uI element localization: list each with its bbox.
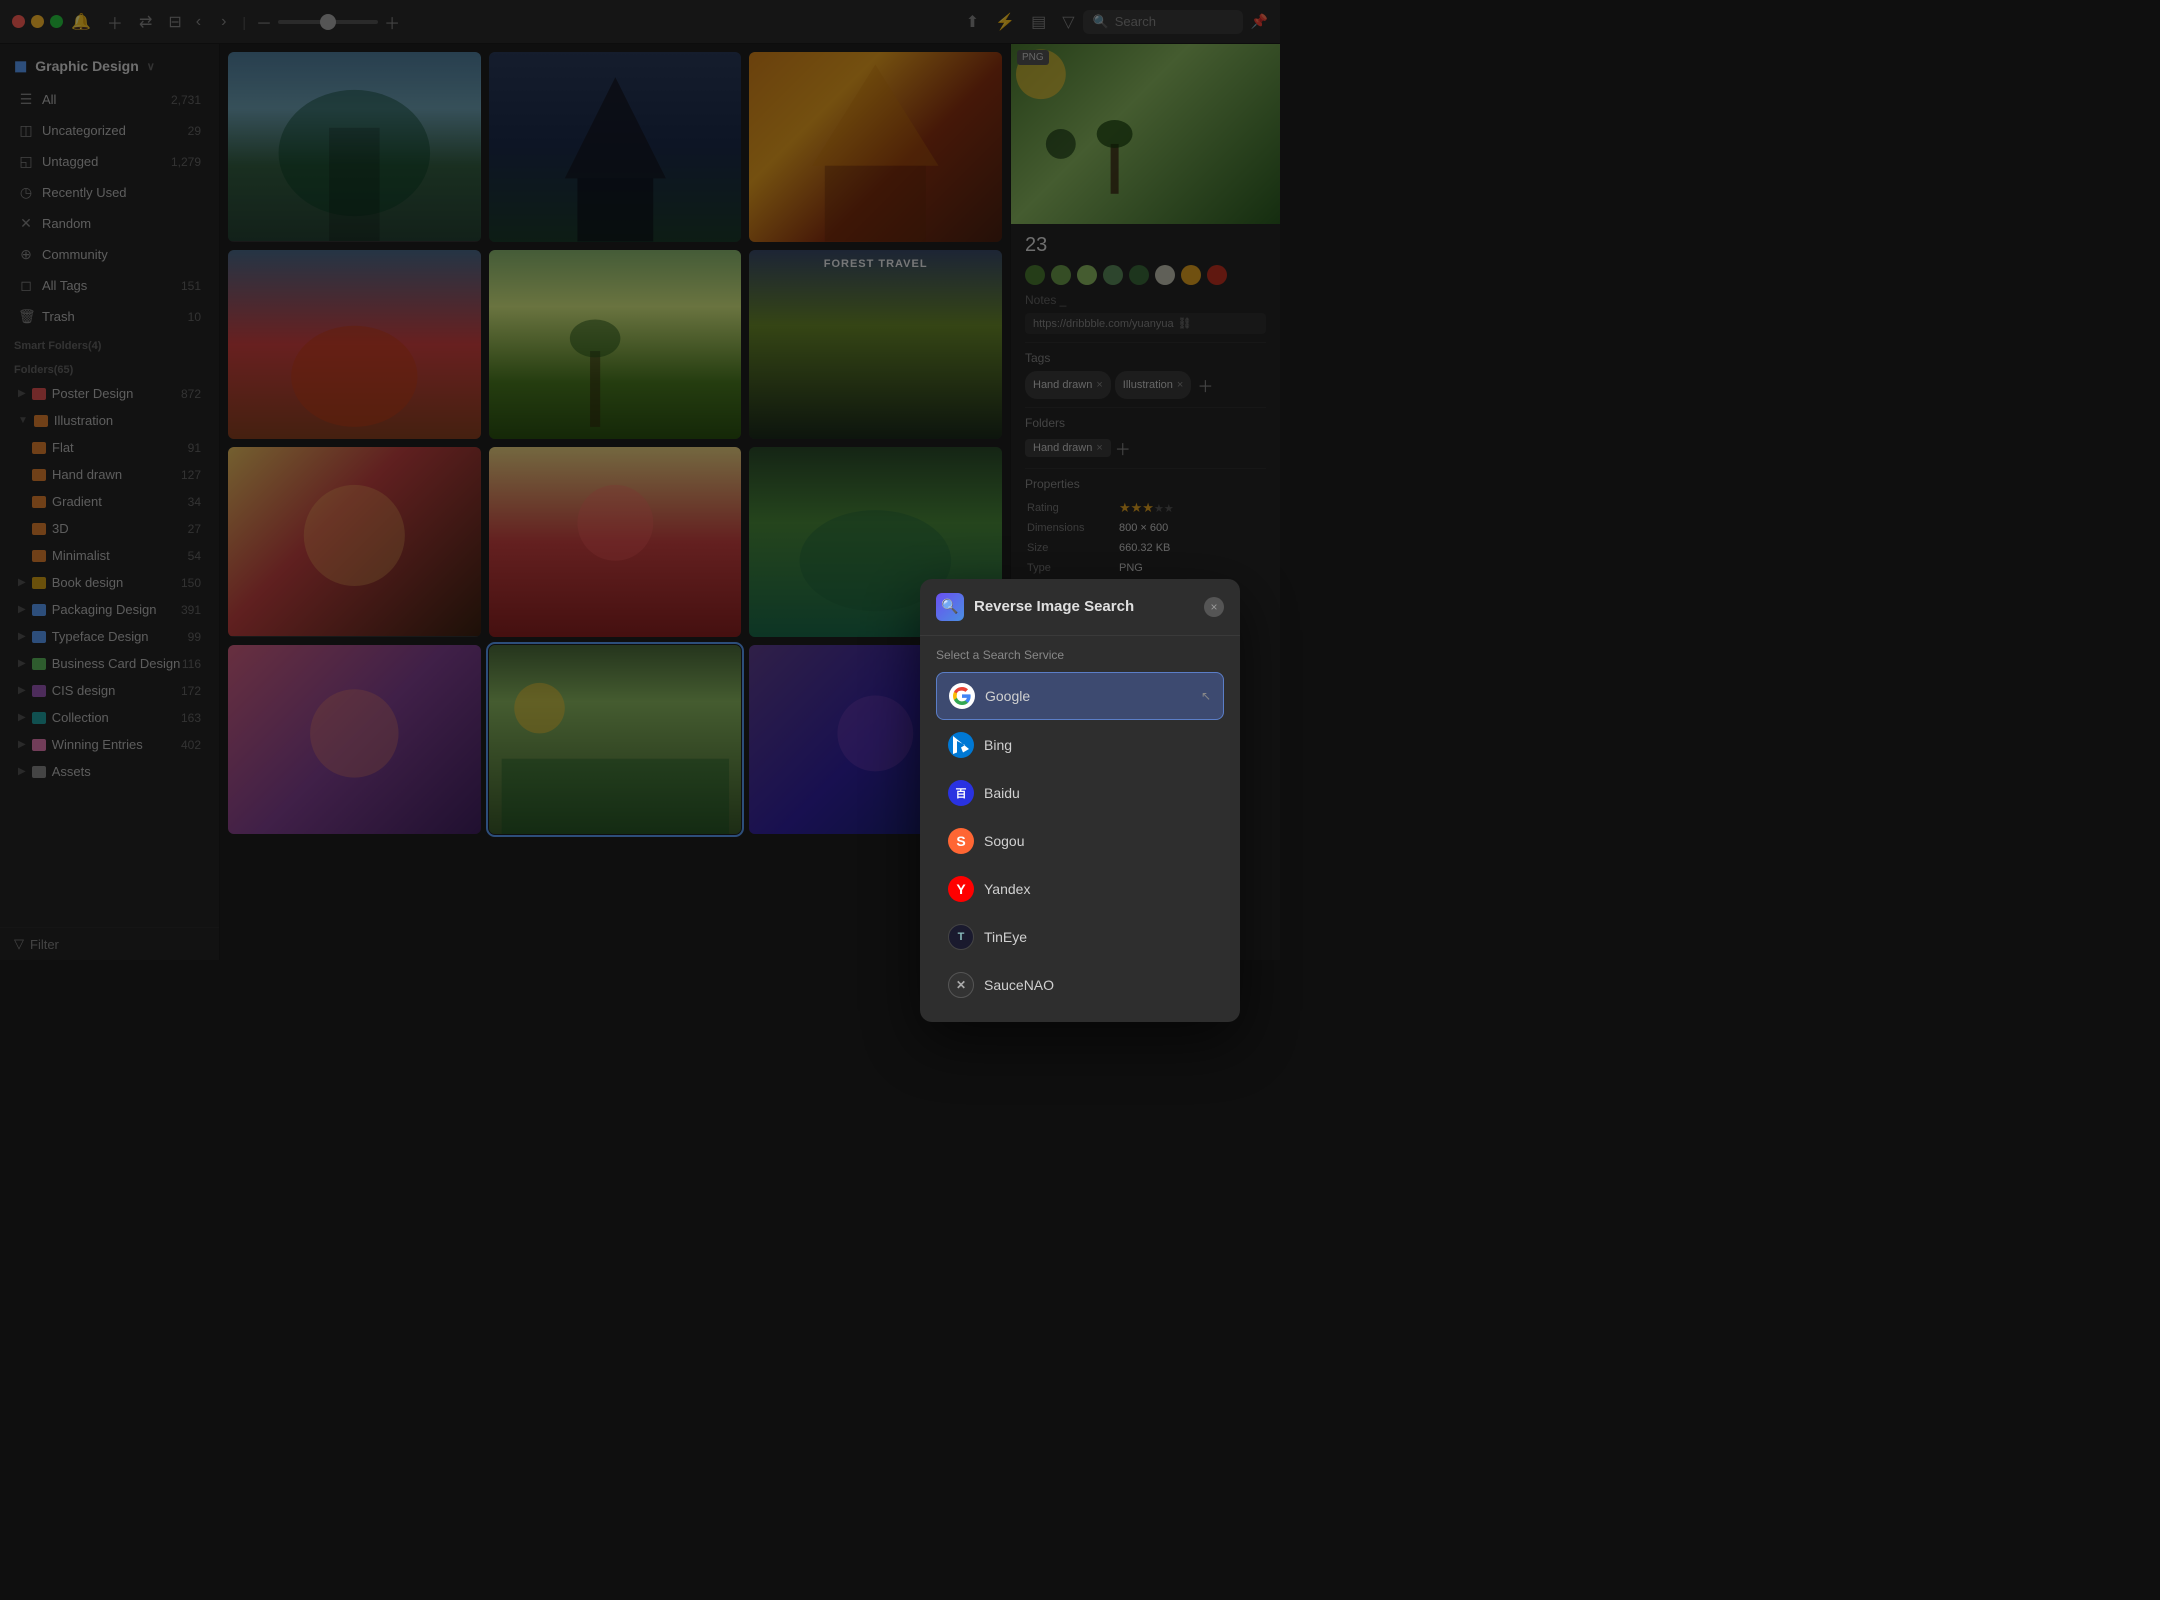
- search-option-bing[interactable]: Bing: [936, 722, 1224, 768]
- modal-title-row: 🔍 Reverse Image Search: [936, 593, 1134, 621]
- sogou-icon: S: [948, 828, 974, 854]
- sogou-label: Sogou: [984, 833, 1024, 849]
- saucenao-label: SauceNAO: [984, 977, 1054, 993]
- search-option-baidu[interactable]: 百 Baidu: [936, 770, 1224, 816]
- google-icon: [949, 683, 975, 709]
- bing-label: Bing: [984, 737, 1012, 753]
- tineye-icon: T: [948, 924, 974, 950]
- cursor-indicator: ↖: [1201, 689, 1211, 703]
- saucenao-icon: ✕: [948, 972, 974, 998]
- baidu-label: Baidu: [984, 785, 1020, 801]
- search-option-sogou[interactable]: S Sogou: [936, 818, 1224, 864]
- modal-subtitle: Select a Search Service: [936, 648, 1224, 662]
- modal-close-button[interactable]: ×: [1204, 597, 1224, 617]
- google-label: Google: [985, 688, 1030, 704]
- tineye-label: TinEye: [984, 929, 1027, 945]
- modal-overlay[interactable]: 🔍 Reverse Image Search × Select a Search…: [0, 0, 2160, 1600]
- modal-title: Reverse Image Search: [974, 598, 1134, 615]
- search-option-saucenao[interactable]: ✕ SauceNAO: [936, 962, 1224, 1008]
- search-option-tineye[interactable]: T TinEye: [936, 914, 1224, 960]
- yandex-label: Yandex: [984, 881, 1030, 897]
- baidu-icon: 百: [948, 780, 974, 806]
- modal-app-icon: 🔍: [936, 593, 964, 621]
- reverse-image-search-modal: 🔍 Reverse Image Search × Select a Search…: [920, 579, 1240, 1022]
- modal-body: Select a Search Service Google ↖: [920, 636, 1240, 1022]
- modal-app-icon-char: 🔍: [941, 598, 958, 615]
- search-option-google[interactable]: Google ↖: [936, 672, 1224, 720]
- bing-icon: [948, 732, 974, 758]
- yandex-icon: Y: [948, 876, 974, 902]
- modal-header: 🔍 Reverse Image Search ×: [920, 579, 1240, 636]
- search-option-yandex[interactable]: Y Yandex: [936, 866, 1224, 912]
